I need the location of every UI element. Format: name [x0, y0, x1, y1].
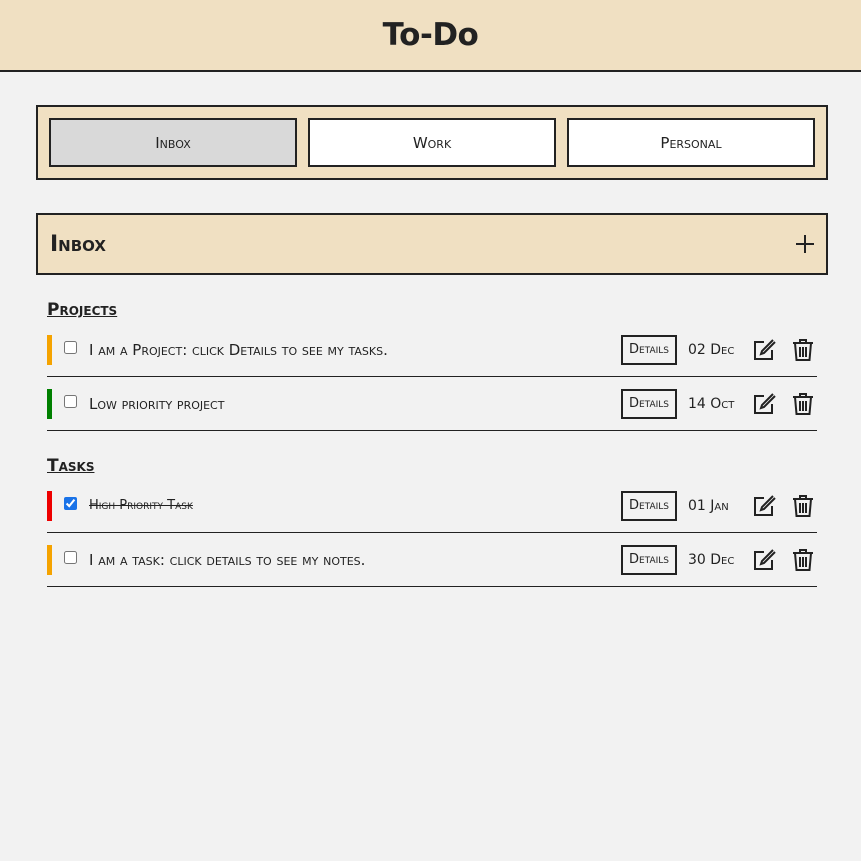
tab-personal[interactable]: Personal	[567, 118, 815, 167]
priority-indicator	[47, 388, 52, 419]
item-label: I am a Project: click Details to see my …	[89, 340, 388, 359]
plus-icon[interactable]	[794, 233, 816, 255]
item-checkbox[interactable]	[64, 551, 77, 564]
edit-icon[interactable]	[752, 494, 776, 518]
item-label: I am a task: click details to see my not…	[89, 550, 366, 569]
list-item: High Priority Task Details 01 Jan	[47, 479, 817, 533]
item-checkbox[interactable]	[64, 341, 77, 354]
item-checkbox[interactable]	[64, 497, 77, 510]
trash-icon[interactable]	[791, 392, 815, 416]
trash-icon[interactable]	[791, 494, 815, 518]
priority-indicator	[47, 334, 52, 365]
current-project-bar: Inbox	[36, 213, 828, 275]
item-label: High Priority Task	[89, 498, 193, 513]
list-item: I am a task: click details to see my not…	[47, 533, 817, 587]
tab-work[interactable]: Work	[308, 118, 556, 167]
tasks-section-title: Tasks	[47, 456, 95, 476]
edit-icon[interactable]	[752, 548, 776, 572]
details-button[interactable]: Details	[620, 388, 677, 419]
edit-icon[interactable]	[752, 392, 776, 416]
current-project-title: Inbox	[50, 231, 106, 257]
details-button[interactable]: Details	[620, 334, 677, 365]
trash-icon[interactable]	[791, 548, 815, 572]
trash-icon[interactable]	[791, 338, 815, 362]
priority-indicator	[47, 544, 52, 575]
item-label: Low priority project	[89, 394, 225, 413]
tab-inbox[interactable]: Inbox	[49, 118, 297, 167]
project-tabs: Inbox Work Personal	[36, 105, 828, 180]
item-date: 02 Dec	[688, 341, 735, 358]
item-date: 30 Dec	[688, 551, 735, 568]
projects-section-title: Projects	[47, 300, 118, 320]
item-checkbox[interactable]	[64, 395, 77, 408]
list-item: I am a Project: click Details to see my …	[47, 323, 817, 377]
app-title: To-Do	[382, 17, 479, 53]
priority-indicator	[47, 490, 52, 521]
edit-icon[interactable]	[752, 338, 776, 362]
details-button[interactable]: Details	[620, 490, 677, 521]
item-date: 14 Oct	[688, 395, 735, 412]
item-date: 01 Jan	[688, 497, 729, 514]
details-button[interactable]: Details	[620, 544, 677, 575]
list-item: Low priority project Details 14 Oct	[47, 377, 817, 431]
app-header: To-Do	[0, 0, 861, 72]
